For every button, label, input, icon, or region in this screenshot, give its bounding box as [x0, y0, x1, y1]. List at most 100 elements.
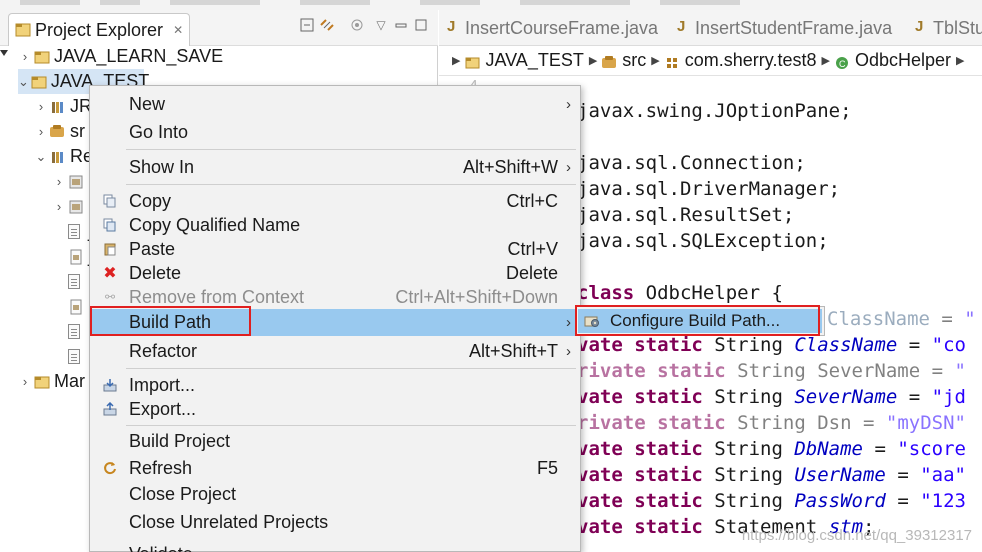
tree-item-mar[interactable]: › Mar — [18, 369, 85, 394]
menu-item-refactor[interactable]: Refactor Alt+Shift+T › — [90, 339, 580, 363]
tree-item-label: sr — [70, 121, 85, 141]
code-line: vate static String SeverName = "jd — [577, 386, 966, 408]
chevron-right-icon[interactable]: › — [52, 199, 66, 214]
project-explorer-tabbar: Project Explorer ✕ ▽ — [0, 10, 438, 46]
chevron-down-icon[interactable]: ⌄ — [34, 149, 48, 165]
source-folder-icon — [602, 54, 617, 68]
file-icon — [68, 348, 84, 365]
tab-project-explorer[interactable]: Project Explorer ✕ — [8, 13, 191, 46]
jar-icon — [68, 199, 84, 215]
chevron-right-icon[interactable]: › — [18, 49, 32, 64]
tree-item-label: JAVA_LEARN_SAVE — [54, 46, 224, 66]
editor-tab-label: TblStu — [933, 18, 982, 38]
file-icon — [68, 223, 84, 240]
breadcrumb-item-class[interactable]: C OdbcHelper — [835, 50, 951, 71]
close-icon[interactable]: ✕ — [173, 23, 183, 37]
breadcrumb-label: com.sherry.test8 — [684, 50, 817, 70]
collapse-all-icon[interactable] — [298, 16, 316, 34]
source-folder-icon — [50, 124, 66, 140]
import-icon — [102, 377, 118, 393]
menu-item-label: Import... — [129, 374, 196, 395]
menu-item-label: Build Project — [129, 430, 231, 451]
menu-item-copy-qualified-name[interactable]: Copy Qualified Name — [90, 213, 580, 237]
java-project-icon — [31, 74, 47, 90]
tree-item-jre[interactable]: › JR — [34, 94, 92, 119]
menu-item-build-project[interactable]: Build Project — [90, 429, 580, 453]
tree-item-label: Mar — [54, 371, 85, 391]
tree-item-jar[interactable]: › — [52, 194, 88, 219]
project-explorer-icon — [15, 23, 31, 37]
chevron-right-icon[interactable]: › — [34, 99, 48, 114]
java-project-icon — [465, 54, 480, 68]
tree-item-src[interactable]: › sr — [34, 119, 85, 144]
menu-item-new[interactable]: New › — [90, 92, 580, 116]
menu-item-paste[interactable]: Paste Ctrl+V — [90, 237, 580, 261]
menu-item-shortcut: Delete — [505, 262, 558, 283]
breadcrumb-item-project[interactable]: JAVA_TEST — [465, 50, 584, 71]
focus-icon[interactable] — [348, 16, 366, 34]
menu-item-label: Go Into — [129, 121, 189, 142]
library-icon — [50, 149, 66, 165]
jar-file-icon — [68, 299, 84, 315]
breadcrumb-label: src — [622, 50, 647, 70]
menu-item-close-project[interactable]: Close Project — [90, 482, 580, 506]
export-icon — [102, 401, 118, 417]
chevron-down-icon[interactable]: ⌄ — [18, 74, 29, 90]
menu-item-export[interactable]: Export... — [90, 397, 580, 421]
view-menu-icon[interactable]: ▽ — [372, 16, 390, 34]
annotation-highlight-box — [90, 306, 251, 336]
menu-separator — [126, 368, 576, 369]
tab-tblstu[interactable]: TblStu — [915, 18, 982, 39]
maximize-icon[interactable] — [412, 16, 430, 34]
menu-item-validate[interactable]: Validate — [90, 542, 580, 552]
code-line: java.sql.SQLException; — [577, 230, 829, 252]
editor-tab-label: InsertStudentFrame.java — [695, 18, 893, 38]
menu-item-shortcut: Ctrl+C — [506, 190, 558, 211]
menu-item-go-into[interactable]: Go Into — [90, 120, 580, 144]
tab-insertstudentframe[interactable]: InsertStudentFrame.java — [677, 18, 892, 39]
view-menu-arrow-icon[interactable] — [0, 50, 8, 56]
class-icon: C — [835, 54, 850, 69]
code-line: javax.swing.JOptionPane; — [577, 100, 852, 122]
menu-item-delete[interactable]: ✖ Delete Delete — [90, 261, 580, 285]
java-project-icon — [34, 374, 50, 390]
code-line: java.sql.DriverManager; — [577, 178, 841, 200]
chevron-right-icon[interactable]: › — [18, 374, 32, 389]
menu-item-refresh[interactable]: Refresh F5 — [90, 456, 580, 480]
tree-item-java-learn-save[interactable]: › JAVA_LEARN_SAVE — [18, 44, 223, 69]
breadcrumb-item-src[interactable]: src — [602, 50, 646, 71]
chevron-right-icon[interactable]: › — [52, 174, 66, 189]
menu-item-label: Remove from Context — [129, 286, 305, 307]
code-line: java.sql.ResultSet; — [577, 204, 795, 226]
chevron-right-icon: ▶ — [588, 55, 598, 67]
menu-item-copy[interactable]: Copy Ctrl+C — [90, 189, 580, 213]
remove-context-icon: ⚯ — [104, 290, 116, 304]
watermark: https://blog.csdn.net/qq_39312317 — [741, 527, 972, 544]
jar-file-icon — [68, 249, 84, 265]
code-line: rivate static String SeverName = " — [577, 360, 966, 382]
menu-item-label: New — [129, 93, 166, 114]
code-line: java.sql.Connection; — [577, 152, 806, 174]
copy-qualified-icon — [102, 217, 118, 233]
chevron-right-icon: › — [566, 95, 571, 113]
menu-item-label: Close Project — [129, 483, 237, 504]
menu-item-close-unrelated-projects[interactable]: Close Unrelated Projects — [90, 510, 580, 534]
menu-item-label: Show In — [129, 156, 195, 177]
delete-icon: ✖ — [103, 265, 117, 282]
tab-insertcourseframe[interactable]: InsertCourseFrame.java — [447, 18, 658, 39]
link-with-editor-icon[interactable] — [318, 16, 336, 34]
breadcrumb-item-package[interactable]: com.sherry.test8 — [665, 50, 817, 71]
code-line: vate static String PassWord = "123 — [577, 490, 966, 512]
menu-item-show-in[interactable]: Show In Alt+Shift+W › — [90, 155, 580, 179]
minimize-icon[interactable] — [392, 16, 410, 34]
tree-item-jar[interactable]: › — [52, 169, 88, 194]
menu-separator — [126, 149, 576, 150]
menu-item-import[interactable]: Import... — [90, 373, 580, 397]
chevron-right-icon[interactable]: › — [34, 124, 48, 139]
menu-item-label: Export... — [129, 398, 197, 419]
menu-item-label: Refresh — [129, 457, 193, 478]
editor-tabbar: InsertCourseFrame.java InsertStudentFram… — [439, 10, 982, 46]
chevron-right-icon: › — [566, 314, 571, 331]
tree-item-referenced-libraries[interactable]: ⌄ Re — [34, 144, 93, 169]
refresh-icon — [102, 460, 118, 476]
